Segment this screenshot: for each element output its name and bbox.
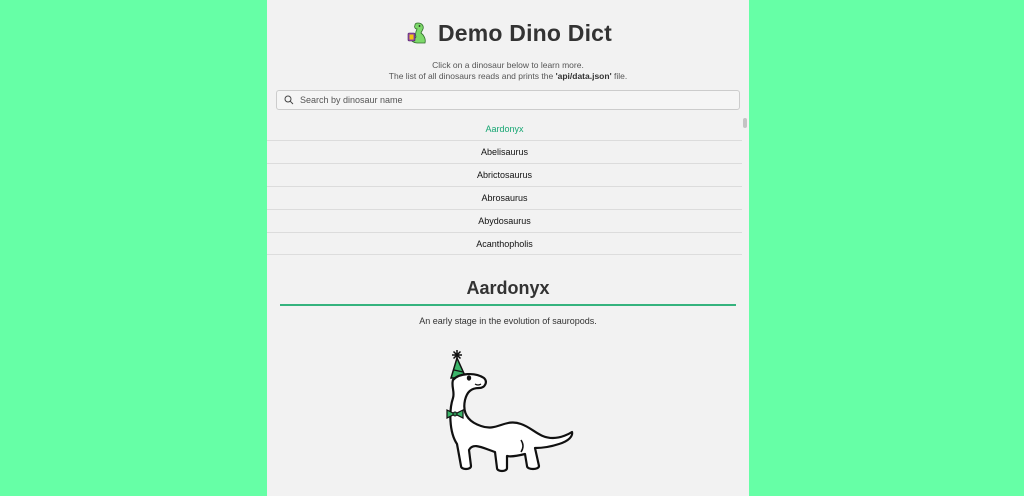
intro-line-2-prefix: The list of all dinosaurs reads and prin… xyxy=(388,71,556,81)
intro-line-2: The list of all dinosaurs reads and prin… xyxy=(267,71,749,82)
data-file-name: 'api/data.json' xyxy=(555,71,612,81)
dinosaur-description: An early stage in the evolution of sauro… xyxy=(419,316,597,326)
dinosaur-list: Aardonyx Abelisaurus Abrictosaurus Abros… xyxy=(267,118,742,255)
intro-text: Click on a dinosaur below to learn more.… xyxy=(267,60,749,82)
dinosaur-name-heading: Aardonyx xyxy=(466,278,550,298)
list-item[interactable]: Aardonyx xyxy=(267,118,742,141)
list-item[interactable]: Acanthopholis xyxy=(267,233,742,254)
list-item[interactable]: Abydosaurus xyxy=(267,210,742,233)
page-title: Demo Dino Dict xyxy=(437,19,613,46)
header: Demo Dino Dict xyxy=(267,18,749,48)
intro-line-1: Click on a dinosaur below to learn more. xyxy=(432,60,584,70)
list-item[interactable]: Abrictosaurus xyxy=(267,164,742,187)
search-icon xyxy=(284,95,294,105)
list-scrollbar[interactable] xyxy=(742,118,749,254)
list-item[interactable]: Abrosaurus xyxy=(267,187,742,210)
search-box[interactable] xyxy=(276,90,740,110)
heading-divider xyxy=(280,304,736,306)
scrollbar-thumb[interactable] xyxy=(743,118,747,128)
search-input[interactable] xyxy=(300,95,720,105)
intro-line-2-suffix: file. xyxy=(611,71,628,81)
list-item[interactable]: Abelisaurus xyxy=(267,141,742,164)
main-panel: Demo Dino Dict Click on a dinosaur below… xyxy=(267,0,749,496)
dinosaur-logo-icon xyxy=(407,22,426,44)
party-dinosaur-illustration xyxy=(446,350,574,473)
